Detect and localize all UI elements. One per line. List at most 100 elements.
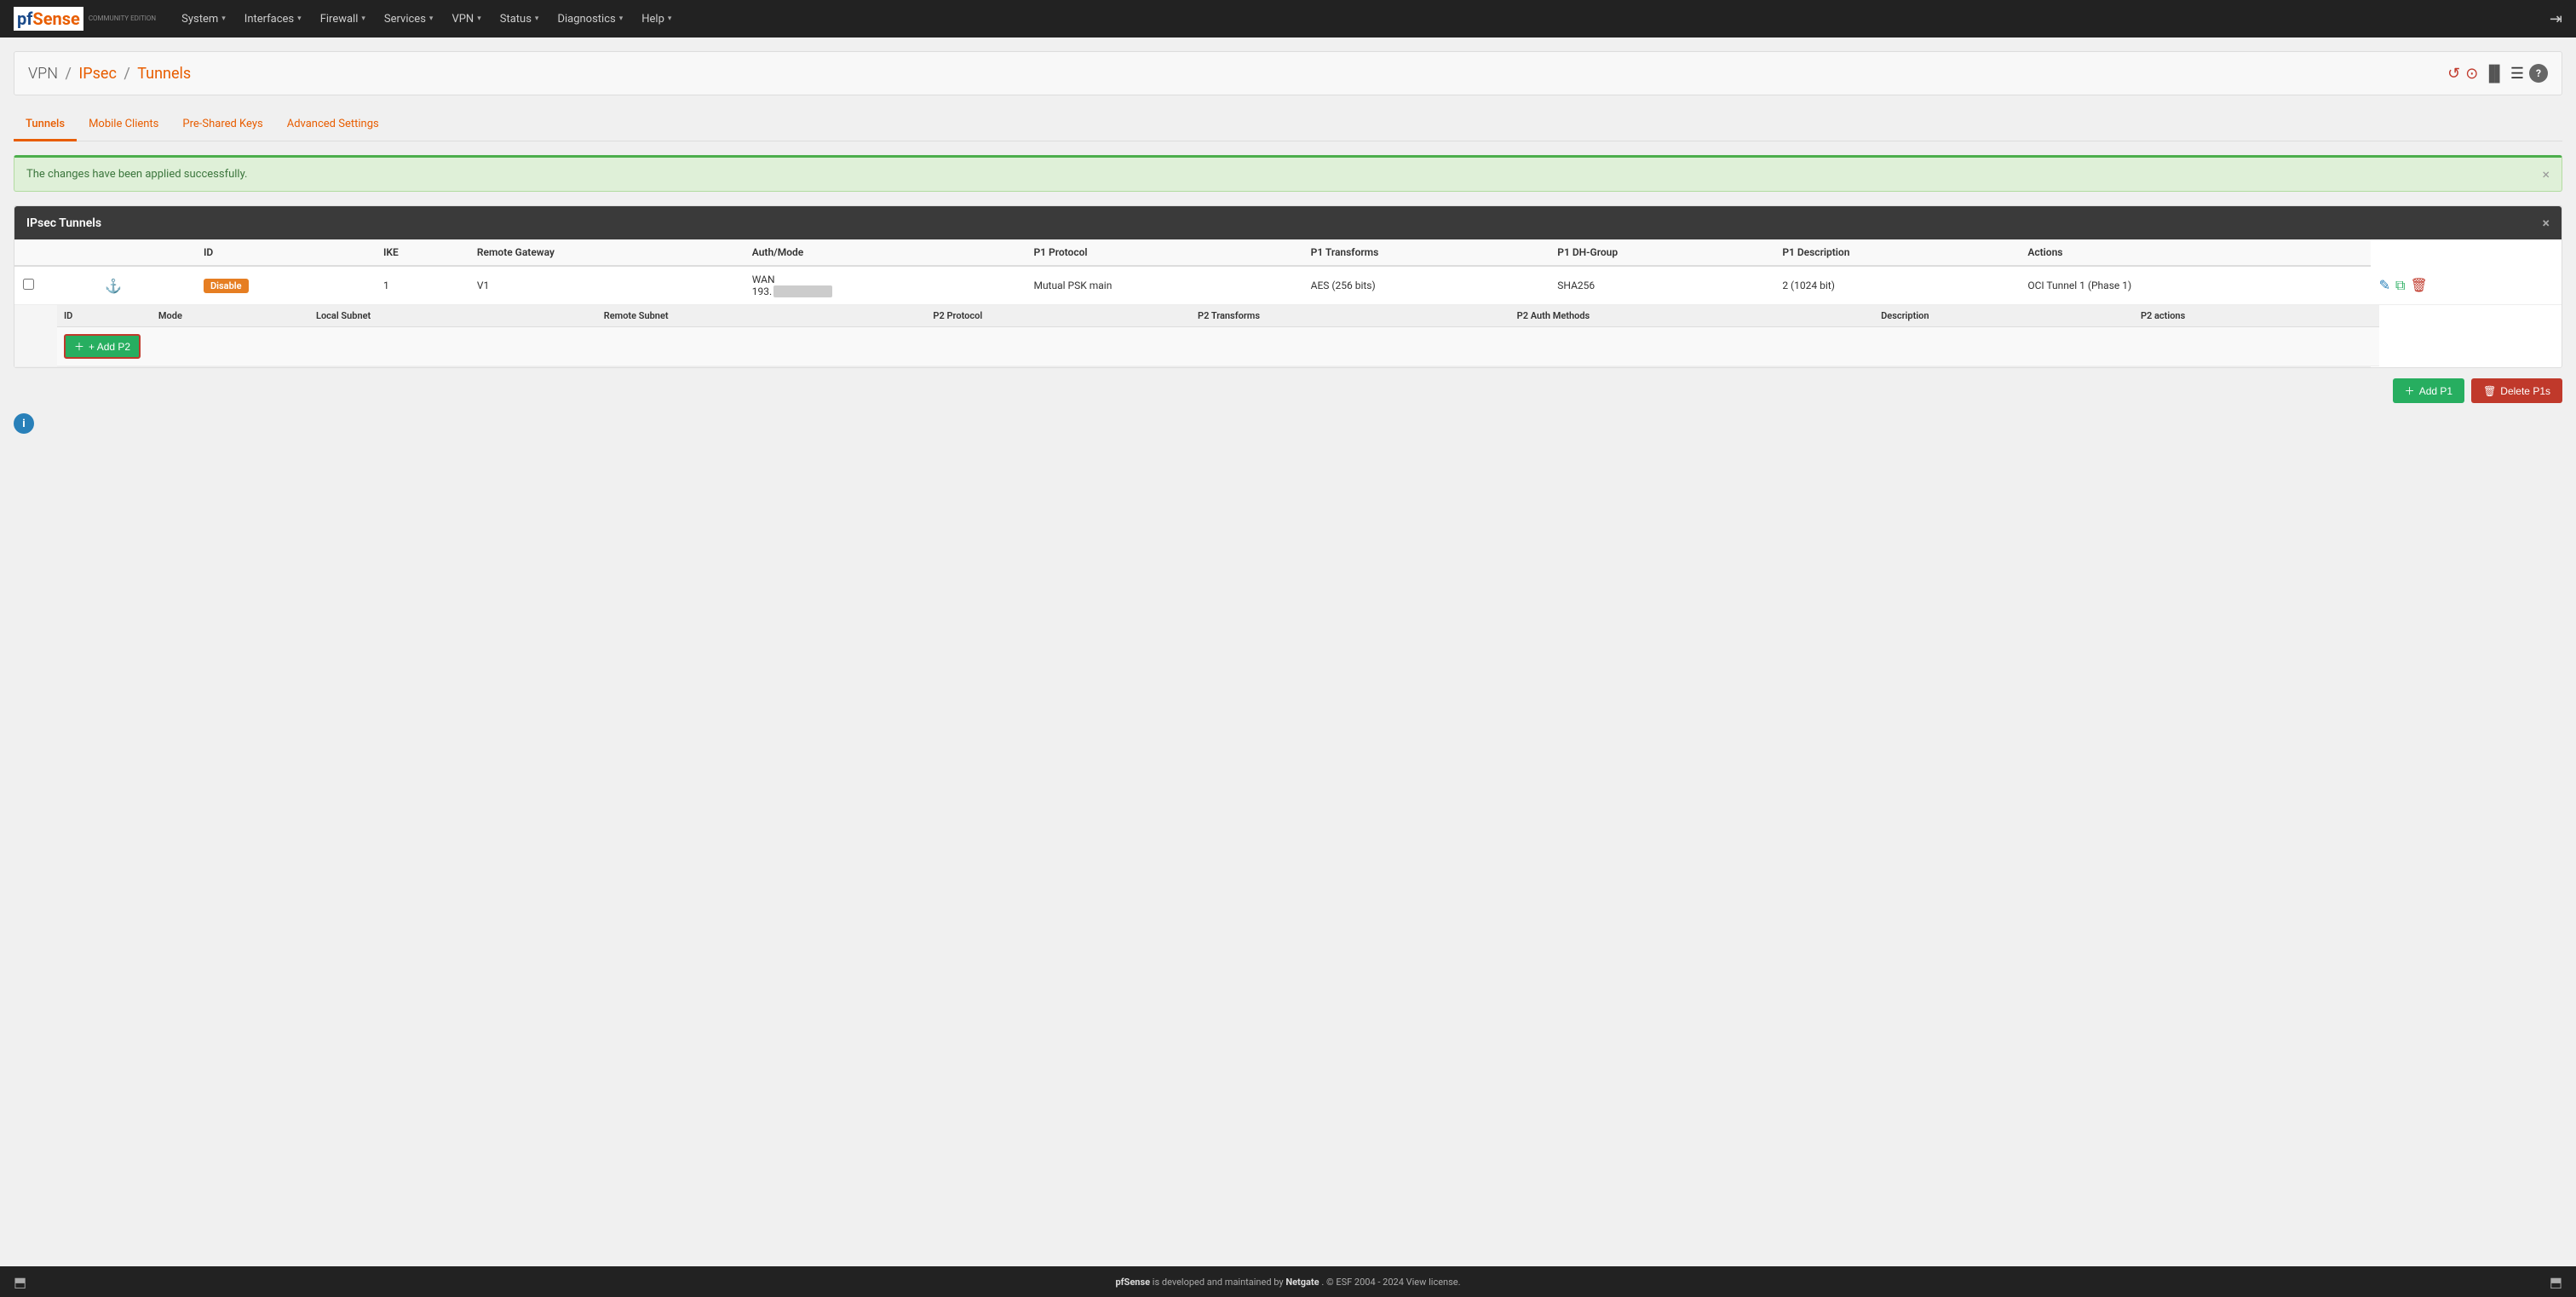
- row-id-cell: 1: [375, 266, 469, 305]
- delete-p1s-button[interactable]: 🗑 Delete P1s: [2471, 378, 2562, 403]
- page-header-icons: ↺ ⊙ ▐▌ ☰ ?: [2447, 64, 2548, 83]
- footer-copyright: . © ESF 2004 - 2024: [1321, 1277, 1406, 1288]
- p2-col-p2-auth: P2 Auth Methods: [1510, 305, 1874, 327]
- p2-add-row: ＋ + Add P2: [57, 327, 2379, 366]
- alert-message: The changes have been applied successful…: [26, 168, 248, 181]
- row-p1-protocol-cell: AES (256 bits): [1302, 266, 1550, 305]
- footer-left-icon[interactable]: ⬒: [14, 1274, 26, 1290]
- col-anchor: [96, 239, 195, 266]
- anchor-icon[interactable]: ⚓: [105, 278, 122, 294]
- alert-close-button[interactable]: ×: [2542, 166, 2550, 182]
- nav-help-arrow: ▾: [668, 14, 672, 23]
- tab-tunnels[interactable]: Tunnels: [14, 109, 77, 141]
- inner-table-row: ID Mode Local Subnet Remote Subnet P2 Pr…: [14, 305, 2562, 367]
- copy-icon[interactable]: ⧉: [2395, 277, 2405, 294]
- action-icons: ✎ ⧉ 🗑: [2379, 277, 2553, 294]
- row-status-cell: Disable: [195, 266, 375, 305]
- nav-interfaces-arrow: ▾: [297, 14, 302, 23]
- add-p1-plus-icon: ＋: [2405, 383, 2415, 398]
- p2-header-row: ID Mode Local Subnet Remote Subnet P2 Pr…: [57, 305, 2379, 327]
- p2-col-id: ID: [57, 305, 152, 327]
- row-auth-mode: Mutual PSK main: [1033, 280, 1112, 291]
- bottom-actions: ＋ Add P1 🗑 Delete P1s: [14, 378, 2562, 403]
- col-p1-dh-group: P1 DH-Group: [1549, 239, 1774, 266]
- table-header-close[interactable]: ×: [2543, 215, 2550, 231]
- edit-icon[interactable]: ✎: [2379, 277, 2390, 293]
- ipsec-tunnels-section: IPsec Tunnels × ID IKE Remote Gateway Au…: [14, 205, 2562, 368]
- breadcrumb-tunnels[interactable]: Tunnels: [137, 65, 191, 83]
- nav-status[interactable]: Status ▾: [492, 8, 548, 31]
- row-p1-protocol: AES (256 bits): [1311, 280, 1376, 291]
- table-row: ⚓ Disable 1 V1 WAN193.•••••••: [14, 266, 2562, 305]
- chart-icon[interactable]: ▐▌: [2483, 65, 2505, 83]
- row-actions-cell: ✎ ⧉ 🗑: [2371, 266, 2562, 305]
- tab-advanced-settings[interactable]: Advanced Settings: [275, 109, 391, 141]
- p2-col-p2-transforms: P2 Transforms: [1191, 305, 1510, 327]
- row-p1-transforms-cell: SHA256: [1549, 266, 1774, 305]
- status-badge[interactable]: Disable: [204, 279, 249, 293]
- row-ike-cell: V1: [469, 266, 744, 305]
- nav-vpn[interactable]: VPN ▾: [443, 8, 489, 31]
- reload-icon[interactable]: ↺: [2447, 65, 2460, 83]
- help-icon[interactable]: ?: [2529, 64, 2548, 83]
- footer-text-plain: is developed and maintained by: [1153, 1277, 1286, 1288]
- tab-mobile-clients[interactable]: Mobile Clients: [77, 109, 170, 141]
- row-ike: V1: [477, 280, 489, 291]
- add-p2-button[interactable]: ＋ + Add P2: [64, 334, 141, 359]
- col-actions: Actions: [2019, 239, 2370, 266]
- success-alert: The changes have been applied successful…: [14, 155, 2562, 192]
- row-p1-transforms: SHA256: [1557, 280, 1595, 291]
- stop-icon[interactable]: ⊙: [2465, 65, 2478, 83]
- p2-col-actions: P2 actions: [2134, 305, 2379, 327]
- footer-text: pfSense is developed and maintained by N…: [26, 1277, 2550, 1288]
- nav-diagnostics[interactable]: Diagnostics ▾: [549, 8, 631, 31]
- breadcrumb-ipsec[interactable]: IPsec: [78, 65, 117, 83]
- row-p1-description-cell: OCI Tunnel 1 (Phase 1): [2019, 266, 2370, 305]
- delete-p1s-label: Delete P1s: [2500, 385, 2550, 397]
- row-id: 1: [383, 280, 389, 291]
- nav-firewall-arrow: ▾: [361, 14, 365, 23]
- footer-maintainer: Netgate: [1285, 1277, 1319, 1288]
- nav-services-arrow: ▾: [429, 14, 434, 23]
- row-p1-description: OCI Tunnel 1 (Phase 1): [2027, 280, 2131, 291]
- row-remote-gateway: WAN193.•••••••: [752, 274, 832, 297]
- col-p1-transforms: P1 Transforms: [1302, 239, 1550, 266]
- nav-vpn-arrow: ▾: [477, 14, 481, 23]
- p2-col-description: Description: [1874, 305, 2134, 327]
- nav-firewall[interactable]: Firewall ▾: [312, 8, 374, 31]
- navbar: pfSense COMMUNITY EDITION System ▾ Inter…: [0, 0, 2576, 37]
- row-remote-gateway-cell: WAN193.•••••••: [744, 266, 1026, 305]
- add-p1-button[interactable]: ＋ Add P1: [2393, 378, 2464, 403]
- brand-logo[interactable]: pfSense COMMUNITY EDITION: [14, 7, 156, 31]
- delete-icon[interactable]: 🗑: [2410, 277, 2427, 293]
- add-p2-plus-icon: ＋: [74, 339, 84, 354]
- page-header: VPN / IPsec / Tunnels ↺ ⊙ ▐▌ ☰ ?: [14, 51, 2562, 95]
- footer-brand: pfSense: [1115, 1277, 1150, 1288]
- table-title: IPsec Tunnels: [26, 216, 101, 230]
- row-checkbox[interactable]: [23, 279, 34, 290]
- p2-table: ID Mode Local Subnet Remote Subnet P2 Pr…: [57, 305, 2379, 366]
- edition-label: COMMUNITY EDITION: [89, 15, 156, 22]
- info-icon[interactable]: i: [14, 413, 34, 434]
- nav-interfaces[interactable]: Interfaces ▾: [236, 8, 310, 31]
- tabs: Tunnels Mobile Clients Pre-Shared Keys A…: [14, 109, 2562, 141]
- navbar-logout-icon[interactable]: ⇥: [2550, 10, 2562, 28]
- col-p1-protocol: P1 Protocol: [1025, 239, 1302, 266]
- breadcrumb-vpn: VPN: [28, 65, 58, 83]
- nav-services[interactable]: Services ▾: [376, 8, 442, 31]
- nav-system[interactable]: System ▾: [173, 8, 234, 31]
- col-id: ID: [195, 239, 375, 266]
- list-icon[interactable]: ☰: [2510, 65, 2524, 83]
- footer-right-icon[interactable]: ⬒: [2550, 1274, 2562, 1290]
- delete-p1s-icon: 🗑: [2483, 385, 2496, 397]
- breadcrumb: VPN / IPsec / Tunnels: [28, 65, 191, 83]
- p2-col-local-subnet: Local Subnet: [309, 305, 597, 327]
- nav-status-arrow: ▾: [535, 14, 539, 23]
- row-p1-dh-group: 2 (1024 bit): [1782, 280, 1835, 291]
- tab-pre-shared-keys[interactable]: Pre-Shared Keys: [170, 109, 274, 141]
- col-remote-gateway: Remote Gateway: [469, 239, 744, 266]
- logo-pf-text: pf: [17, 9, 32, 29]
- nav-help[interactable]: Help ▾: [633, 8, 680, 31]
- footer-license-link[interactable]: View license.: [1406, 1277, 1461, 1288]
- add-p2-label: + Add P2: [89, 341, 130, 353]
